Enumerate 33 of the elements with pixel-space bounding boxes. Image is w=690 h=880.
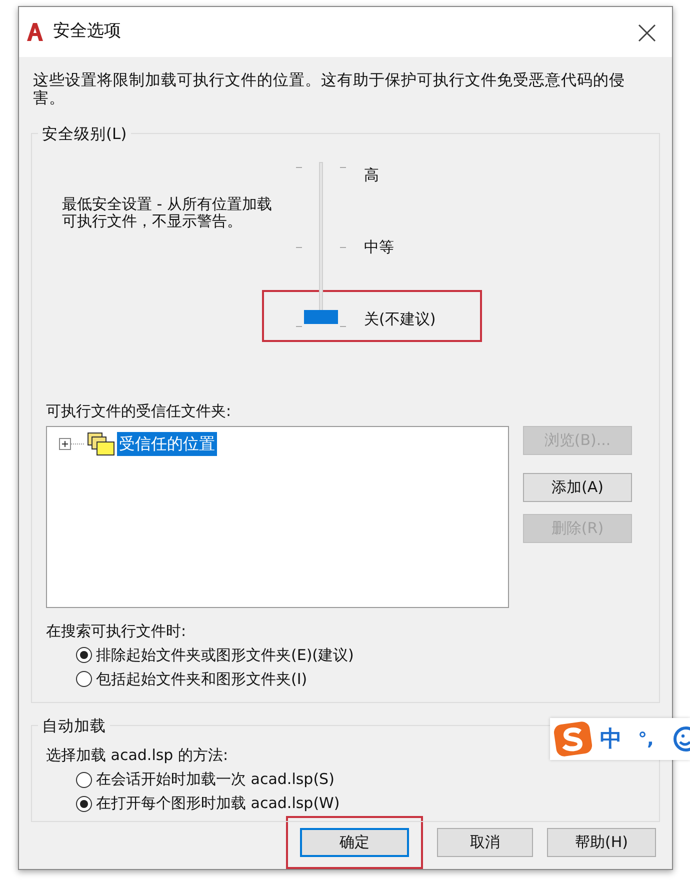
radio-button[interactable] (76, 647, 92, 663)
ime-logo-icon[interactable] (554, 721, 592, 757)
folders-label: 可执行文件的受信任文件夹: (46, 401, 232, 422)
option-label[interactable]: 排除起始文件夹或图形文件夹(E)(建议) (96, 644, 354, 666)
expand-icon[interactable] (59, 438, 85, 450)
ime-toolbar[interactable]: 中 °, (550, 718, 690, 760)
description-text: 这些设置将限制加载可执行文件的位置。这有助于保护可执行文件免受恶意代码的侵害。 (32, 70, 626, 107)
level-label: 中等 (364, 236, 394, 258)
radio-button[interactable] (76, 796, 92, 812)
dialog-button[interactable]: 取消 (437, 828, 533, 856)
option-label[interactable]: 在会话开始时加载一次 acad.lsp(S) (96, 768, 334, 791)
app-logo-icon (25, 22, 45, 42)
emoji-icon[interactable] (672, 725, 690, 753)
trusted-folder-tree[interactable]: 受信任的位置 (46, 426, 509, 608)
autoload-label: 选择加载 acad.lsp 的方法: (46, 745, 230, 766)
option-label[interactable]: 包括起始文件夹和图形文件夹(I) (96, 668, 308, 690)
tree-node[interactable]: 受信任的位置 (117, 432, 217, 456)
ime-punctuation[interactable]: °, (638, 726, 654, 752)
level-label: 关(不建议) (364, 308, 436, 330)
slider-thumb[interactable] (304, 310, 338, 324)
close-icon[interactable] (638, 24, 656, 42)
radio-button[interactable] (76, 671, 92, 687)
radio-button[interactable] (76, 772, 92, 788)
ime-language[interactable]: 中 (600, 722, 622, 756)
dialog-button[interactable]: 帮助(H) (547, 828, 656, 856)
search-label: 在搜索可执行文件时: (46, 620, 188, 642)
dialog-button[interactable]: 确定 (300, 828, 409, 856)
level-label: 高 (364, 164, 379, 186)
side-button[interactable]: 添加(A) (523, 472, 632, 502)
window-title: 安全选项 (53, 20, 121, 44)
option-label[interactable]: 在打开每个图形时加载 acad.lsp(W) (96, 792, 340, 815)
folders-icon (87, 430, 115, 456)
security-description: 最低安全设置 - 从所有位置加载可执行文件，不显示警告。 (62, 196, 273, 232)
